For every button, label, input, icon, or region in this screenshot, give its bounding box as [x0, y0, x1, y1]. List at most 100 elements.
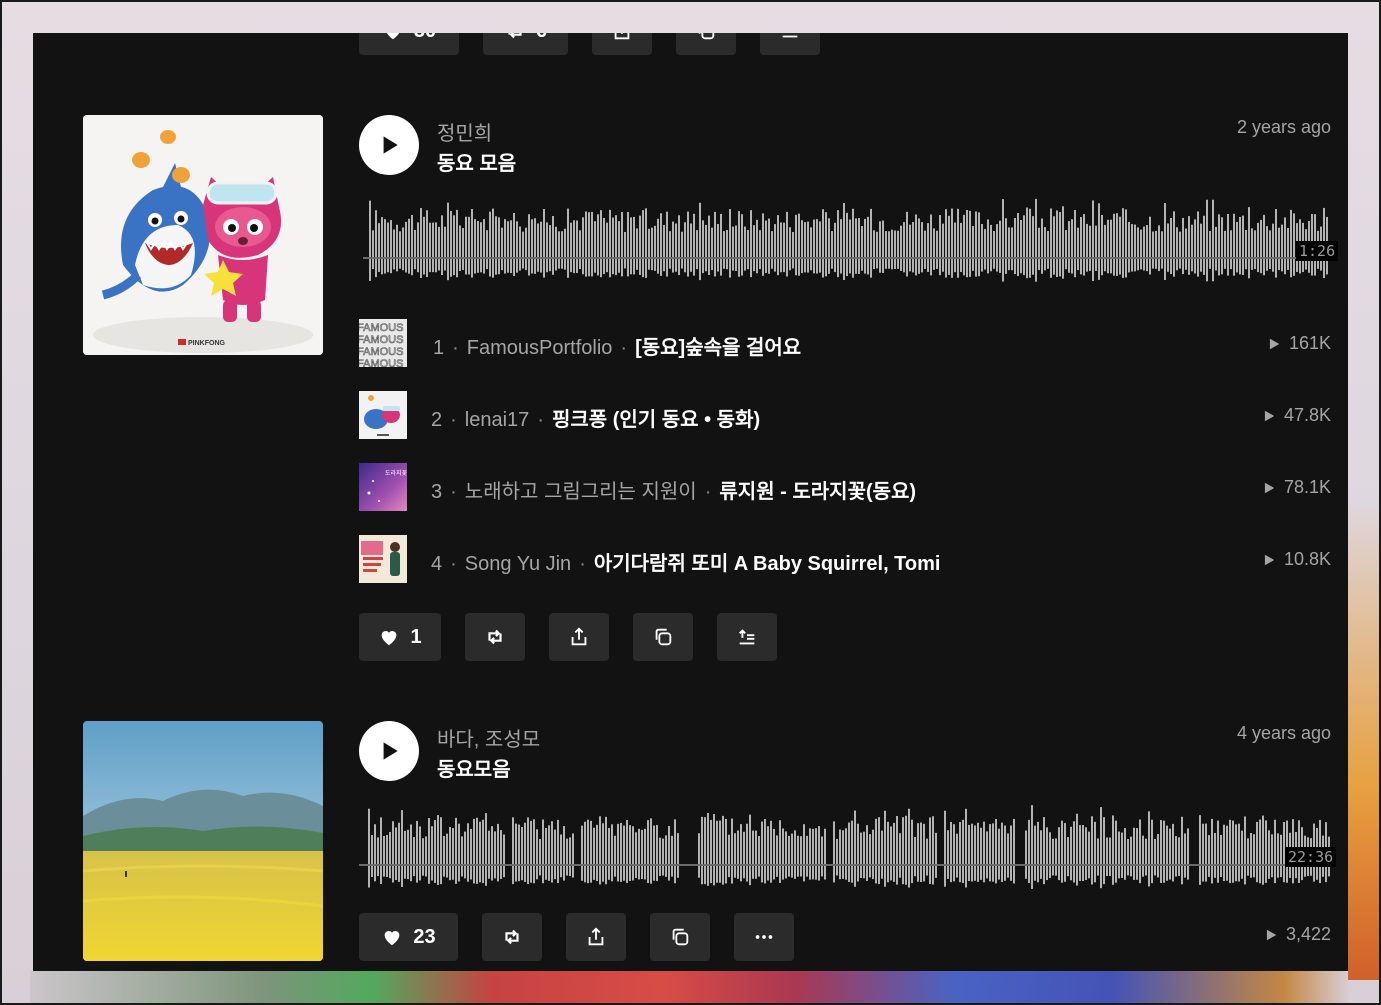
- waveform-bar: [699, 202, 701, 281]
- waveform-bar: [651, 227, 653, 271]
- waveform[interactable]: [359, 805, 1333, 895]
- waveform-bar: [491, 826, 493, 881]
- repost-button[interactable]: [482, 913, 542, 961]
- like-button[interactable]: 23: [359, 913, 458, 961]
- waveform-bar: [795, 214, 797, 276]
- track-item[interactable]: 4 · Song Yu Jin · 아기다람쥐 또미 A Baby Squirrel, …: [359, 535, 1331, 583]
- waveform-bar: [399, 231, 401, 269]
- copy-link-button[interactable]: [650, 913, 710, 961]
- waveform-bar: [554, 829, 556, 880]
- playlist-title[interactable]: 동요 모음: [437, 147, 516, 176]
- waveform-bar: [1281, 224, 1283, 272]
- waveform-bar: [1014, 217, 1016, 275]
- waveform-bar: [944, 810, 946, 887]
- play-button[interactable]: [359, 115, 419, 175]
- waveform-bar: [812, 828, 814, 880]
- share-button[interactable]: [566, 913, 626, 961]
- copy-link-button[interactable]: [633, 613, 693, 661]
- add-to-next-up-button[interactable]: [760, 33, 820, 55]
- play-button[interactable]: [359, 721, 419, 781]
- waveform-bar: [714, 211, 716, 277]
- waveform-bar: [978, 212, 980, 277]
- like-button[interactable]: 1: [359, 613, 441, 661]
- waveform-bar: [833, 821, 835, 883]
- waveform-bar: [648, 228, 650, 270]
- track-title[interactable]: [동요]숲속을 걸어요: [635, 337, 801, 359]
- waveform-bar: [893, 822, 895, 882]
- waveform-bar: [962, 819, 964, 884]
- waveform-bar: [998, 828, 1000, 880]
- waveform-bar: [1052, 838, 1054, 876]
- track-item[interactable]: 2 · lenai17 · 핑크퐁 (인기 동요 • 동화) 47.8K: [359, 391, 1331, 439]
- waveform-bar: [818, 826, 820, 881]
- waveform-bar: [696, 230, 698, 270]
- waveform-bar: [1098, 203, 1100, 280]
- waveform-bar: [1017, 213, 1019, 276]
- track-artist[interactable]: lenai17: [465, 409, 530, 431]
- playlist-user[interactable]: 바다, 조성모: [437, 723, 540, 752]
- waveform-bar: [791, 833, 793, 878]
- waveform-bar: [1031, 805, 1033, 889]
- waveform-bar: [723, 231, 725, 269]
- repost-button[interactable]: [465, 613, 525, 661]
- waveform-bar: [1058, 827, 1060, 881]
- waveform-bar: [431, 826, 433, 881]
- track-title[interactable]: 핑크퐁 (인기 동요 • 동화): [552, 409, 760, 431]
- waveform-bar: [1175, 836, 1177, 877]
- track-artist[interactable]: FamousPortfolio: [467, 337, 613, 359]
- waveform-bar: [584, 821, 586, 883]
- waveform-bar: [1062, 206, 1064, 279]
- waveform-bar: [939, 215, 941, 276]
- waveform-bar: [743, 831, 745, 879]
- waveform[interactable]: [363, 198, 1333, 288]
- waveform-bar: [593, 827, 595, 880]
- waveform-bar: [1142, 835, 1144, 877]
- playlist-user[interactable]: 정민희: [437, 117, 492, 146]
- share-icon: [571, 627, 587, 646]
- waveform-bar: [392, 821, 394, 883]
- waveform-bar: [878, 817, 880, 885]
- track-artist[interactable]: Song Yu Jin: [465, 553, 571, 575]
- waveform-bar: [1127, 838, 1129, 876]
- waveform-bar: [1115, 820, 1117, 883]
- playlist-artwork[interactable]: [83, 721, 323, 961]
- add-to-next-up-button[interactable]: [717, 613, 777, 661]
- track-title[interactable]: 아기다람쥐 또미 A Baby Squirrel, Tomi: [594, 553, 941, 575]
- waveform-bar: [1029, 208, 1031, 278]
- share-button[interactable]: [549, 613, 609, 661]
- desktop-background-strip: [30, 971, 1350, 1003]
- waveform-bar: [681, 231, 683, 269]
- waveform-bar: [539, 838, 541, 876]
- waveform-bar: [821, 836, 823, 877]
- playlist-title[interactable]: 동요모음: [437, 753, 511, 782]
- track-item[interactable]: FAMOUS FAMOUS FAMOUS FAMOUS 1 · FamousPort…: [359, 319, 1331, 367]
- waveform-bar: [857, 823, 859, 882]
- like-button[interactable]: 30: [359, 33, 459, 55]
- waveform-bar: [1071, 219, 1073, 274]
- waveform-bar: [837, 210, 839, 278]
- waveform-bar: [1238, 823, 1240, 882]
- track-item[interactable]: 도라지꽃 3 · 노래하고 그림그리는 지원이 · 류지원 - 도라지꽃(동요) 78.…: [359, 463, 1331, 511]
- waveform-bar: [585, 211, 587, 277]
- waveform-bar: [1260, 219, 1262, 274]
- waveform-bar: [924, 230, 926, 269]
- track-title[interactable]: 류지원 - 도라지꽃(동요): [719, 481, 916, 503]
- waveform-bar: [557, 819, 559, 884]
- waveform-bar: [1169, 828, 1171, 880]
- waveform-bar: [480, 222, 482, 273]
- waveform-bar: [947, 830, 949, 879]
- waveform-bar: [452, 828, 454, 880]
- more-button[interactable]: [734, 913, 794, 961]
- waveform-bar: [782, 828, 784, 880]
- waveform-bar: [1122, 208, 1124, 278]
- track-artist[interactable]: 노래하고 그림그리는 지원이: [465, 481, 697, 503]
- copy-link-button[interactable]: [676, 33, 736, 55]
- repost-button[interactable]: 6: [483, 33, 568, 55]
- waveform-bar: [483, 219, 485, 274]
- playlist-artwork[interactable]: PINKFONG: [83, 115, 323, 355]
- waveform-baseline: [359, 864, 1333, 866]
- track-thumbnail: [359, 535, 407, 583]
- share-button[interactable]: [592, 33, 652, 55]
- track-play-count: 161K: [1267, 333, 1331, 354]
- waveform-bar: [1236, 221, 1238, 273]
